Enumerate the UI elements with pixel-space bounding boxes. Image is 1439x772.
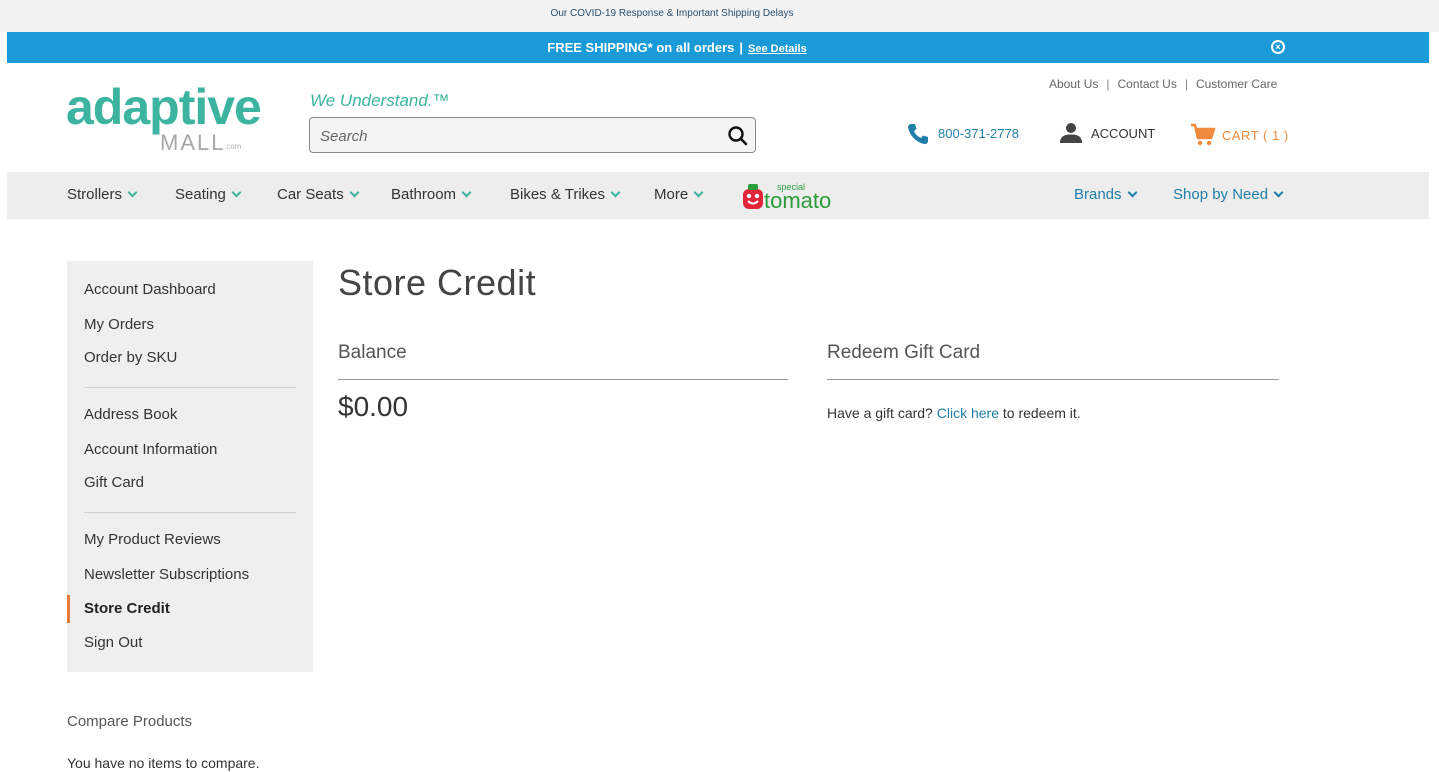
account-sidebar: Account Dashboard My Orders Order by SKU…: [67, 261, 313, 672]
contact-us-link[interactable]: Contact Us: [1117, 77, 1176, 91]
nav-label: Car Seats: [277, 186, 344, 203]
phone-number: 800-371-2778: [938, 126, 1019, 141]
nav-label: More: [654, 186, 689, 203]
adaptive-mall-logo[interactable]: adaptive MALL .com: [66, 79, 262, 160]
sidebar-item-newsletter-subscriptions[interactable]: Newsletter Subscriptions: [84, 566, 249, 583]
account-user-icon: [1060, 123, 1082, 143]
free-shipping-text: FREE SHIPPING* on all orders | See Details: [7, 40, 1347, 55]
close-banner-icon[interactable]: ×: [1271, 40, 1285, 54]
compare-products-heading: Compare Products: [67, 713, 193, 730]
search-input[interactable]: [320, 126, 710, 146]
cart-label: CART ( 1 ): [1222, 128, 1289, 143]
account-label: ACCOUNT: [1091, 126, 1156, 141]
free-shipping-label: FREE SHIPPING* on all orders: [547, 40, 735, 55]
chevron-down-icon: [461, 187, 472, 198]
nav-strollers[interactable]: Strollers: [67, 186, 138, 203]
chevron-down-icon: [1273, 187, 1284, 198]
chevron-down-icon: [231, 187, 242, 198]
sidebar-item-my-product-reviews[interactable]: My Product Reviews: [84, 531, 221, 548]
balance-amount: $0.00: [338, 391, 409, 422]
covid-response-link[interactable]: Our COVID-19 Response & Important Shippi…: [0, 8, 1344, 19]
sidebar-divider: [84, 512, 296, 513]
sidebar-active-indicator: [67, 595, 70, 623]
chevron-down-icon: [693, 187, 704, 198]
sidebar-item-sign-out[interactable]: Sign Out: [84, 634, 142, 651]
customer-care-link[interactable]: Customer Care: [1196, 77, 1277, 91]
redeem-prefix: Have a gift card?: [827, 405, 933, 421]
nav-seating[interactable]: Seating: [175, 186, 242, 203]
sidebar-item-my-orders[interactable]: My Orders: [84, 316, 154, 333]
compare-empty-message: You have no items to compare.: [67, 755, 260, 771]
sidebar-item-order-by-sku[interactable]: Order by SKU: [84, 349, 177, 366]
sidebar-divider: [84, 387, 296, 388]
nav-bathroom[interactable]: Bathroom: [391, 186, 472, 203]
search-button[interactable]: [726, 124, 750, 148]
tagline: We Understand.™: [310, 91, 450, 110]
logo-com-text: .com: [224, 142, 242, 151]
main-navigation: Strollers Seating Car Seats Bathroom Bik…: [7, 172, 1429, 219]
balance-divider: [338, 379, 788, 380]
nav-brands[interactable]: Brands: [1074, 186, 1137, 203]
nav-car-seats[interactable]: Car Seats: [277, 186, 360, 203]
nav-more[interactable]: More: [654, 186, 704, 203]
redeem-click-here-link[interactable]: Click here: [937, 405, 999, 421]
sidebar-item-account-dashboard[interactable]: Account Dashboard: [84, 281, 216, 298]
nav-bikes-trikes[interactable]: Bikes & Trikes: [510, 186, 621, 203]
nav-label: Seating: [175, 186, 226, 203]
nav-shop-by-need[interactable]: Shop by Need: [1173, 186, 1284, 203]
sidebar-item-gift-card[interactable]: Gift Card: [84, 474, 144, 491]
redeem-gift-card-heading: Redeem Gift Card: [827, 342, 981, 363]
top-strip: Our COVID-19 Response & Important Shippi…: [0, 0, 1439, 32]
sidebar-item-address-book[interactable]: Address Book: [84, 406, 177, 423]
chevron-down-icon: [127, 187, 138, 198]
redeem-divider: [827, 379, 1279, 380]
search-box: [309, 117, 756, 153]
util-divider: |: [1106, 77, 1110, 91]
special-tomato-logo-graphic: special tomato: [743, 182, 831, 213]
logo-wordmark: adaptive: [66, 79, 262, 135]
about-us-link[interactable]: About Us: [1049, 77, 1098, 91]
utility-links: About Us | Contact Us | Customer Care: [1049, 77, 1277, 91]
chevron-down-icon: [1127, 187, 1137, 198]
partner-logo-text: tomato: [764, 188, 831, 211]
chevron-down-icon: [349, 187, 360, 198]
nav-label: Bathroom: [391, 186, 457, 203]
redeem-suffix: to redeem it.: [1002, 405, 1081, 421]
nav-label: Shop by Need: [1173, 186, 1269, 203]
logo-mall-text: MALL: [160, 130, 226, 155]
phone-icon: [908, 124, 928, 145]
free-shipping-banner: FREE SHIPPING* on all orders | See Details…: [7, 32, 1429, 63]
banner-separator: |: [739, 40, 744, 55]
nav-label: Strollers: [67, 186, 123, 203]
see-details-link[interactable]: See Details: [748, 43, 807, 55]
shopping-cart-icon: [1191, 123, 1216, 146]
sidebar-item-account-information[interactable]: Account Information: [84, 441, 217, 458]
nav-label: Brands: [1074, 186, 1122, 203]
search-icon: [728, 126, 748, 146]
sidebar-item-store-credit[interactable]: Store Credit: [84, 600, 170, 617]
special-tomato-logo[interactable]: special tomato: [742, 181, 838, 213]
redeem-gift-card-text: Have a gift card? Click here to redeem i…: [827, 405, 1081, 421]
balance-heading: Balance: [338, 342, 407, 363]
page-title: Store Credit: [338, 262, 537, 303]
chevron-down-icon: [610, 187, 621, 198]
nav-label: Bikes & Trikes: [510, 186, 606, 203]
util-divider: |: [1184, 77, 1188, 91]
